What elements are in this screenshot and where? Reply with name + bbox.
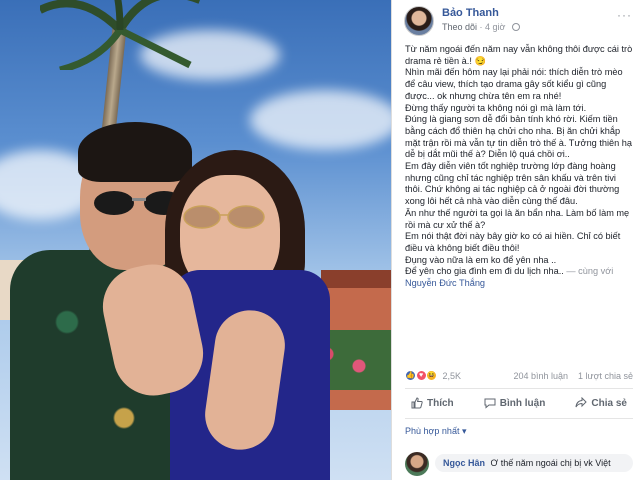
comment-count[interactable]: 204 bình luận: [513, 371, 568, 381]
post-paragraph: Em nói thật đời này bây giờ ko có ai hiề…: [405, 231, 621, 253]
thumbs-up-icon: [411, 397, 423, 409]
share-icon: [575, 397, 588, 408]
commenter-name[interactable]: Ngọc Hân: [443, 458, 485, 468]
love-reaction-icon[interactable]: ♥: [415, 370, 427, 382]
palm-leaves: [40, 0, 200, 70]
comment-sort-dropdown[interactable]: Phù hợp nhất ▾: [405, 426, 467, 437]
comment-icon: [484, 398, 496, 409]
post-time[interactable]: 4 giờ: [485, 22, 505, 32]
haha-reaction-icon[interactable]: 😆: [426, 370, 438, 382]
post-paragraph: Đúng là giang sơn dễ đổi bản tính khó rờ…: [405, 114, 633, 160]
comment-text: Ơ thế năm ngoái chị bị vk Việt: [490, 458, 611, 468]
tagged-friend-link[interactable]: Nguyễn Đức Thắng: [405, 278, 485, 288]
chevron-down-icon: ▾: [461, 426, 467, 436]
clock-icon: [511, 23, 520, 31]
post-paragraph: Để yên cho gia đình em đi du lịch nha.. …: [405, 266, 633, 289]
post-paragraph: Em đây diễn viên tốt nghiệp trường lớp đ…: [405, 161, 620, 207]
post-paragraph: Từ năm ngoái đến năm nay vẫn không thôi …: [405, 44, 633, 66]
follow-link[interactable]: Theo dõi: [442, 22, 477, 32]
author-avatar[interactable]: [404, 6, 434, 36]
share-label: Chia sẻ: [591, 397, 627, 409]
screen: Bảo Thanh Theo dõi · 4 giờ ··· Từ năm ng…: [0, 0, 640, 480]
reactions-bar: 👍 ♥ 😆 2,5K 204 bình luận 1 lượt chia sẻ: [405, 370, 633, 384]
post-paragraph: Đừng thấy người ta không nói gì mà làm t…: [405, 102, 587, 113]
commenter-avatar[interactable]: [405, 452, 429, 476]
post-actions: Thích Bình luận Chia sẻ: [405, 392, 633, 414]
like-button[interactable]: Thích: [405, 392, 460, 414]
post-paragraph: Ăn như thế người ta gọi là ăn bẩn nha. L…: [405, 207, 630, 230]
comment-bubble: Ngọc Hân Ơ thế năm ngoái chị bị vk Việt: [435, 454, 633, 472]
post-text: Từ năm ngoái đến năm nay vẫn không thôi …: [405, 44, 633, 290]
share-button[interactable]: Chia sẻ: [569, 392, 633, 414]
more-options-icon[interactable]: ···: [617, 8, 632, 22]
divider: [405, 418, 633, 419]
like-label: Thích: [427, 397, 454, 409]
with-label: — cùng với: [566, 266, 614, 277]
comment-button[interactable]: Bình luận: [478, 392, 552, 414]
post-meta: Theo dõi · 4 giờ: [442, 22, 522, 32]
like-reaction-icon[interactable]: 👍: [405, 370, 416, 382]
reaction-count[interactable]: 2,5K: [443, 371, 462, 381]
comment-sort-label: Phù hợp nhất: [405, 426, 460, 436]
post-header: Bảo Thanh Theo dõi · 4 giờ ···: [404, 6, 632, 36]
author-name[interactable]: Bảo Thanh: [442, 7, 499, 19]
post-paragraph: Đụng vào nữa là em ko để yên nha ..: [405, 254, 557, 265]
divider: [405, 388, 633, 389]
comment-label: Bình luận: [499, 397, 546, 409]
post-paragraph: Nhìn mãi đến hôm nay lại phải nói: thích…: [405, 67, 623, 101]
comment-item: Ngọc Hân Ơ thế năm ngoái chị bị vk Việt: [405, 452, 633, 480]
share-count[interactable]: 1 lượt chia sẻ: [578, 371, 633, 381]
post-photo[interactable]: [0, 0, 391, 480]
post-last-line: Để yên cho gia đình em đi du lịch nha..: [405, 266, 564, 277]
comment-share-stats: 204 bình luận 1 lượt chia sẻ: [513, 371, 633, 381]
post-panel: Bảo Thanh Theo dõi · 4 giờ ··· Từ năm ng…: [391, 0, 640, 480]
